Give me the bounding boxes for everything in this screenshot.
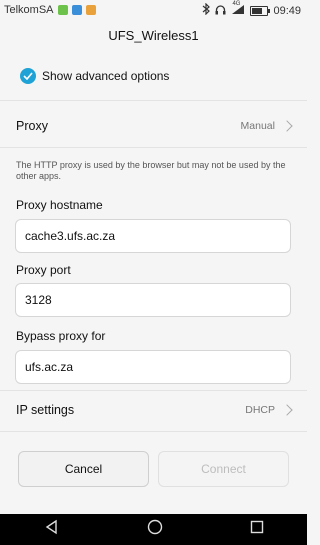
proxy-port-input[interactable]: 3128 [15, 283, 291, 317]
ip-settings-row[interactable]: IP settings DHCP [16, 400, 293, 420]
bypass-proxy-label: Bypass proxy for [16, 329, 106, 343]
recent-apps-icon[interactable] [250, 520, 264, 539]
battery-level [252, 7, 263, 14]
clock: 09:49 [273, 4, 301, 17]
proxy-help-text: The HTTP proxy is used by the browser bu… [16, 160, 286, 181]
cancel-button[interactable]: Cancel [18, 451, 149, 487]
check-icon [20, 68, 36, 84]
divider [0, 100, 307, 101]
divider [0, 147, 307, 148]
notification-icon [58, 5, 68, 15]
notification-icon [86, 5, 96, 15]
proxy-port-value: 3128 [25, 293, 52, 307]
bluetooth-icon [202, 2, 211, 18]
bypass-proxy-value: ufs.ac.za [25, 360, 74, 374]
show-advanced-options-checkbox[interactable]: Show advanced options [20, 68, 169, 84]
proxy-setting-row[interactable]: Proxy Manual [16, 116, 293, 136]
home-icon[interactable] [147, 519, 163, 540]
divider [0, 431, 307, 432]
chevron-right-icon [281, 120, 293, 132]
proxy-label: Proxy [16, 119, 48, 133]
proxy-port-label: Proxy port [16, 263, 71, 277]
signal-icon: 4G [231, 0, 245, 18]
connect-button[interactable]: Connect [158, 451, 289, 487]
proxy-hostname-label: Proxy hostname [16, 198, 103, 212]
proxy-hostname-input[interactable]: cache3.ufs.ac.za [15, 219, 291, 253]
carrier-name: TelkomSA [4, 4, 54, 16]
proxy-hostname-value: cache3.ufs.ac.za [25, 229, 116, 243]
navigation-bar [0, 514, 307, 545]
page-title: UFS_Wireless1 [108, 28, 199, 43]
network-type-label: 4G [232, 0, 241, 7]
ip-settings-label: IP settings [16, 403, 75, 417]
show-advanced-options-label: Show advanced options [42, 69, 170, 83]
divider [0, 390, 307, 391]
back-icon[interactable] [44, 519, 60, 540]
chevron-right-icon [281, 404, 293, 416]
proxy-value: Manual [240, 120, 275, 132]
battery-icon [250, 5, 271, 16]
headset-icon [215, 4, 226, 18]
ip-settings-value: DHCP [245, 404, 275, 416]
status-bar: TelkomSA 4G 09:49 [0, 0, 307, 20]
notification-icon [72, 5, 82, 15]
bypass-proxy-input[interactable]: ufs.ac.za [15, 350, 291, 384]
